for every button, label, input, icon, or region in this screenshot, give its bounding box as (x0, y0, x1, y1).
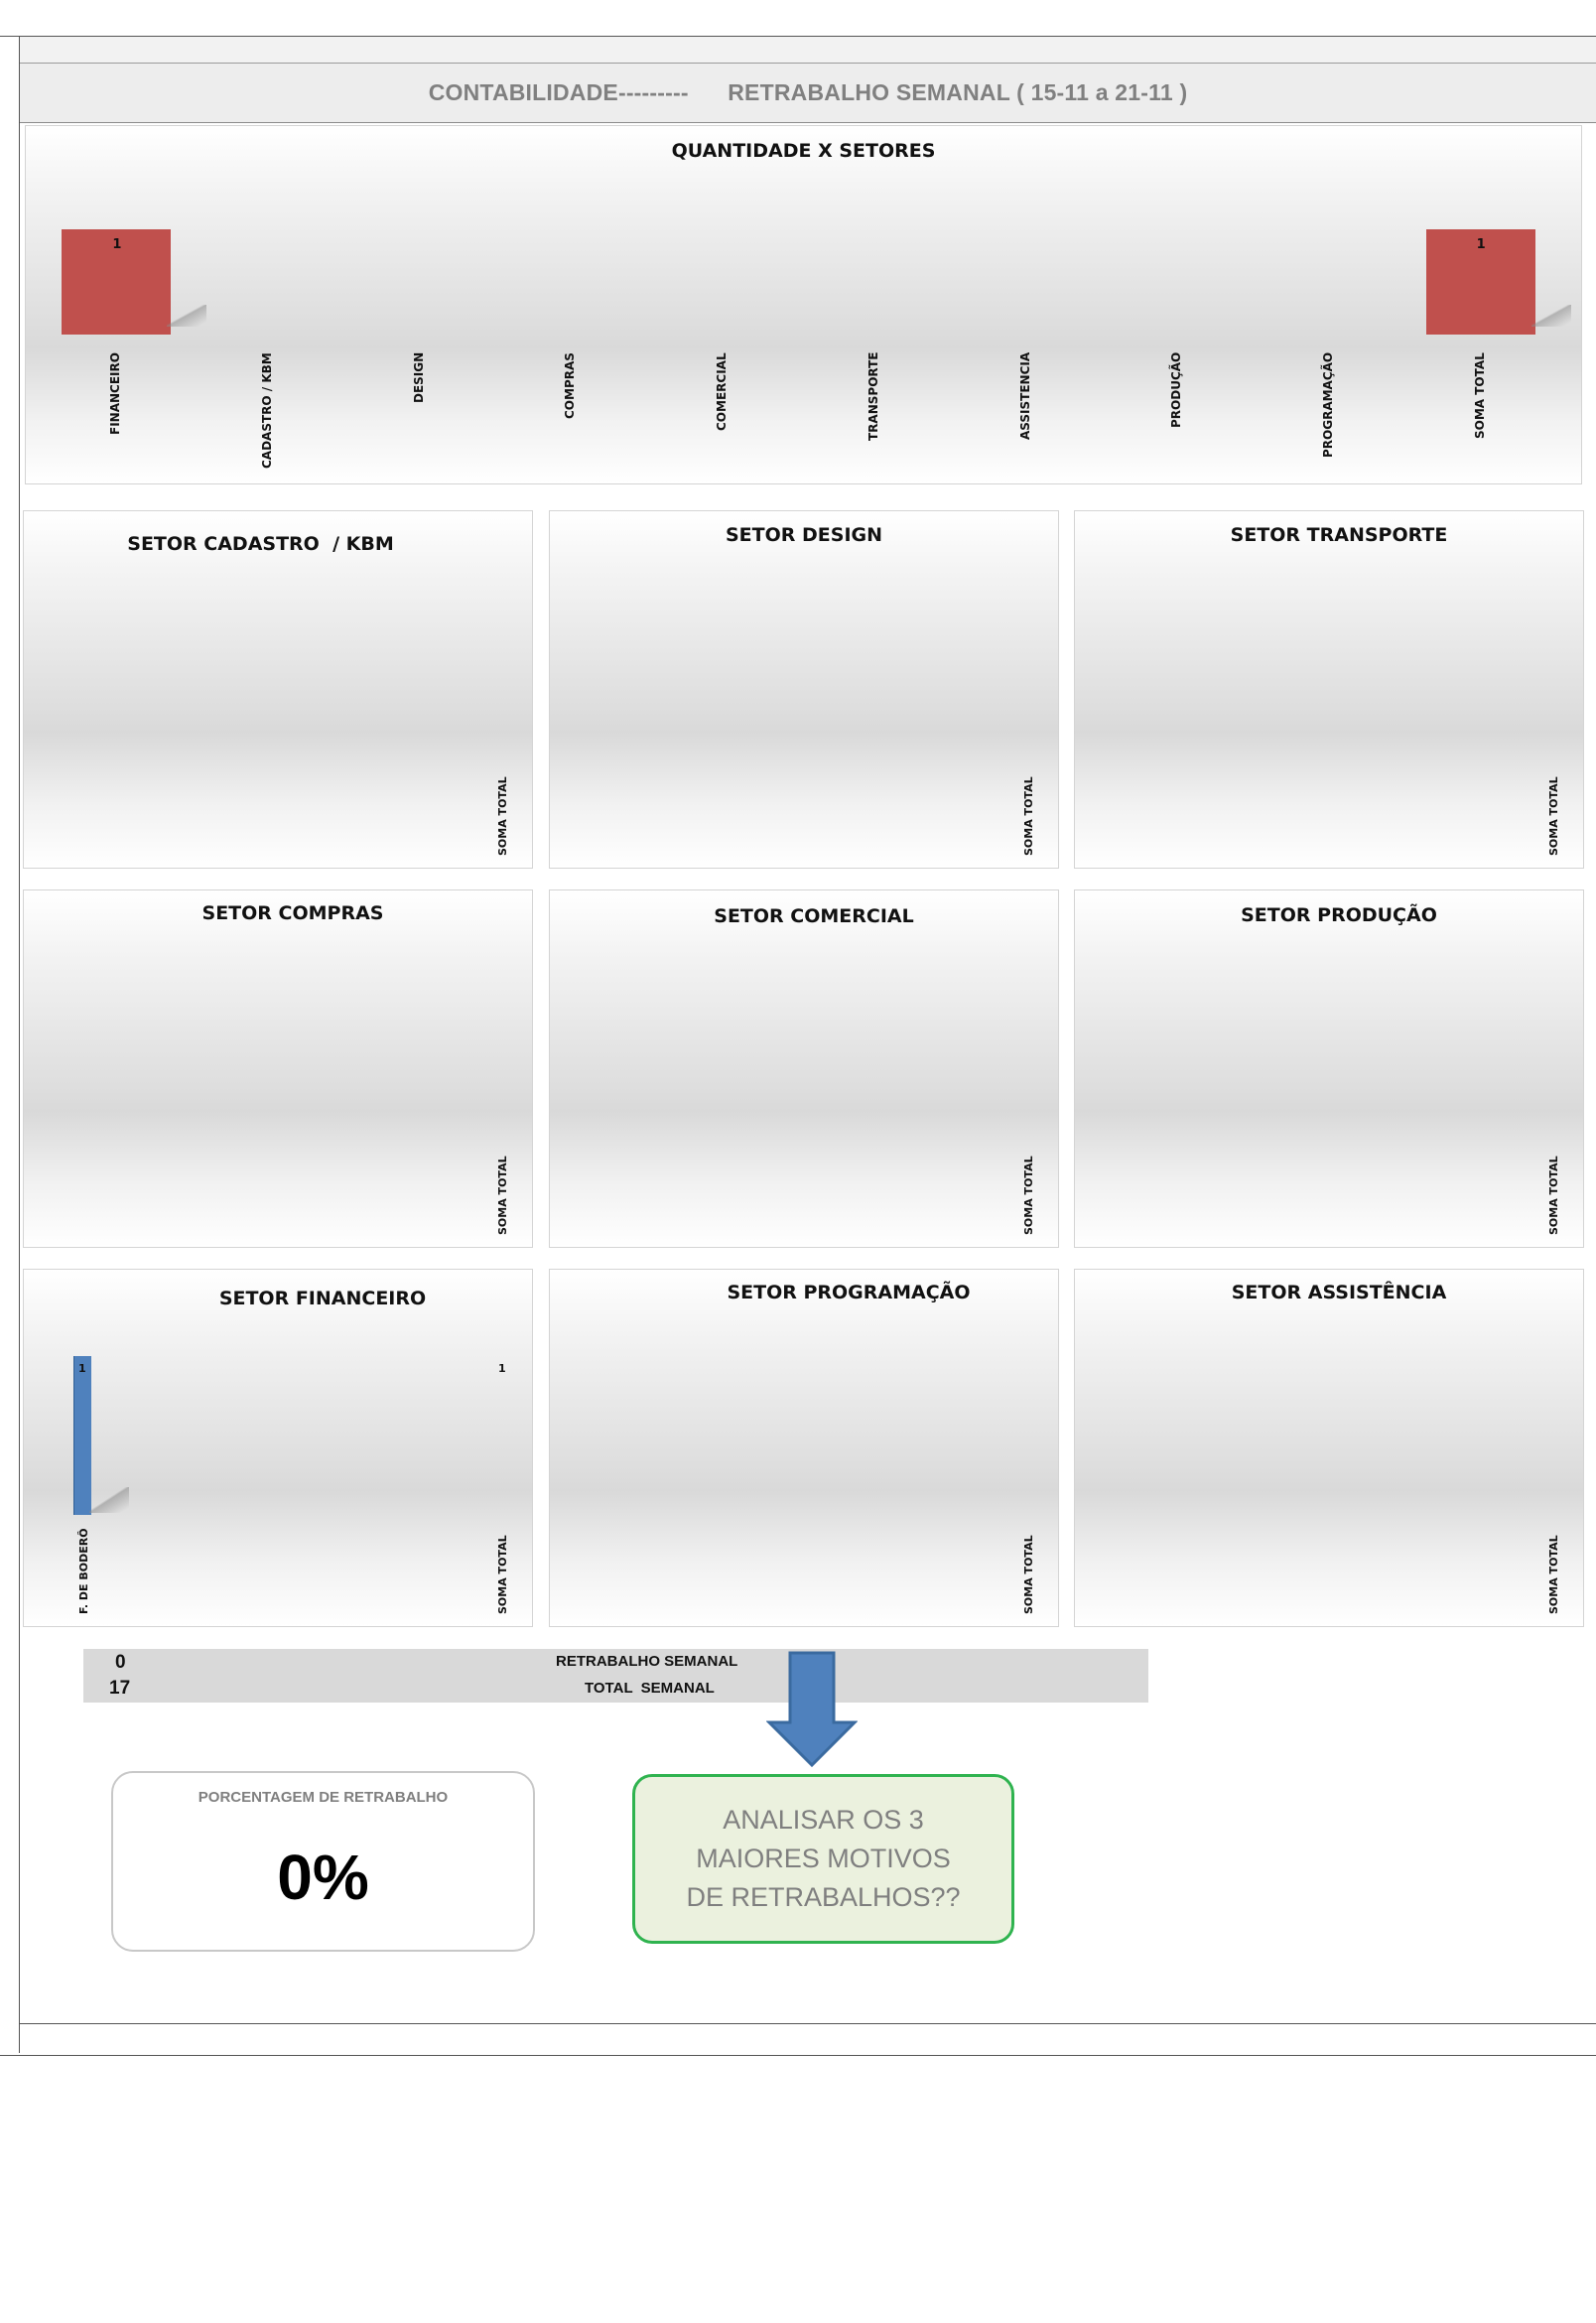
chart-setor-assistencia[interactable]: SETOR ASSISTÊNCIA SOMA TOTAL (1074, 1269, 1584, 1627)
category-label: COMERCIAL (715, 352, 730, 431)
category-label: F. DE BODERÔ (77, 1528, 90, 1614)
category-label: SOMA TOTAL (1547, 1156, 1560, 1235)
category-label: SOMA TOTAL (1022, 1156, 1035, 1235)
category-label: SOMA TOTAL (1472, 352, 1487, 439)
total-label: TOTAL SEMANAL (585, 1680, 715, 1697)
chart-title: SETOR TRANSPORTE (1230, 524, 1448, 546)
percentage-value: 0% (277, 1842, 369, 1913)
category-label: SOMA TOTAL (1547, 1535, 1560, 1614)
category-label: SOMA TOTAL (1022, 1535, 1035, 1614)
data-label: 1 (1476, 237, 1486, 252)
chart-setor-transporte[interactable]: SETOR TRANSPORTE SOMA TOTAL (1074, 510, 1584, 869)
bar-shadow (167, 305, 207, 327)
retrabalho-label: RETRABALHO SEMANAL (556, 1653, 738, 1670)
category-label: PROGRAMAÇÃO (1320, 351, 1335, 458)
chart-setor-programacao[interactable]: SETOR PROGRAMAÇÃO SOMA TOTAL (549, 1269, 1059, 1627)
title-period: RETRABALHO SEMANAL ( 15-11 a 21-11 ) (728, 79, 1188, 105)
sheet-top-row (20, 37, 1596, 64)
data-label: 1 (78, 1362, 86, 1375)
chart-title: SETOR FINANCEIRO (218, 1288, 427, 1309)
chart-setor-financeiro[interactable]: SETOR FINANCEIRO F. DE BODERÔ 1 SOMA TOTAL… (23, 1269, 533, 1627)
sheet-left-border (19, 36, 20, 2053)
chart-title: SETOR PROGRAMAÇÃO (727, 1282, 971, 1303)
category-label: SOMA TOTAL (496, 1156, 509, 1235)
down-arrow-icon[interactable] (766, 1651, 858, 1768)
bar-shadow (89, 1487, 129, 1513)
title-department: CONTABILIDADE--------- (428, 79, 689, 105)
chart-title: SETOR DESIGN (725, 524, 883, 546)
chart-setor-producao[interactable]: SETOR PRODUÇÃO SOMA TOTAL (1074, 889, 1584, 1248)
category-label: DESIGN (411, 351, 426, 403)
chart-title: SETOR PRODUÇÃO (1241, 904, 1437, 926)
chart-title: SETOR ASSISTÊNCIA (1231, 1282, 1447, 1303)
total-value: 17 (109, 1678, 131, 1699)
chart-title: SETOR COMPRAS (201, 902, 384, 924)
chart-setor-comercial[interactable]: SETOR COMERCIAL SOMA TOTAL (549, 889, 1059, 1248)
analyze-callout-text: ANALISAR OS 3 MAIORES MOTIVOS DE RETRABA… (686, 1805, 961, 1912)
chart-setor-cadastro-kbm[interactable]: SETOR CADASTRO / KBM SOMA TOTAL (23, 510, 533, 869)
category-label: SOMA TOTAL (1022, 776, 1035, 856)
category-label: COMPRAS (563, 352, 578, 419)
category-label: SOMA TOTAL (1547, 776, 1560, 856)
chart-quantidade-setores[interactable]: QUANTIDADE X SETORES 1 FINANCEIRO CADASTRO… (25, 125, 1582, 484)
chart-setor-design[interactable]: SETOR DESIGN SOMA TOTAL (549, 510, 1059, 869)
chart-title: SETOR CADASTRO / KBM (127, 533, 394, 555)
chart-title: SETOR COMERCIAL (714, 905, 914, 927)
bar-shadow (1530, 305, 1571, 327)
chart-setor-compras[interactable]: SETOR COMPRAS SOMA TOTAL (23, 889, 533, 1248)
category-label: CADASTRO / KBM (260, 352, 275, 469)
chart-title: QUANTIDADE X SETORES (671, 140, 936, 162)
category-label: TRANSPORTE (865, 351, 880, 441)
percentage-card: PORCENTAGEM DE RETRABALHO 0% (111, 1771, 535, 1952)
category-label: ASSISTENCIA (1017, 351, 1032, 440)
category-label: SOMA TOTAL (496, 1535, 509, 1614)
sheet-bottom-row (20, 2023, 1596, 2054)
weekly-summary: 0 RETRABALHO SEMANAL 17 TOTAL SEMANAL (83, 1649, 1148, 1703)
category-label: PRODUÇÃO (1169, 351, 1184, 428)
retrabalho-value: 0 (115, 1652, 126, 1673)
category-label: SOMA TOTAL (496, 776, 509, 856)
page-title: CONTABILIDADE--------- RETRABALHO SEMANA… (20, 64, 1596, 123)
category-label: FINANCEIRO (108, 352, 123, 435)
data-label: 1 (112, 237, 122, 252)
analyze-callout-shape[interactable]: ANALISAR OS 3 MAIORES MOTIVOS DE RETRABA… (632, 1774, 1014, 1944)
percentage-title: PORCENTAGEM DE RETRABALHO (198, 1789, 449, 1806)
data-label: 1 (498, 1362, 506, 1375)
